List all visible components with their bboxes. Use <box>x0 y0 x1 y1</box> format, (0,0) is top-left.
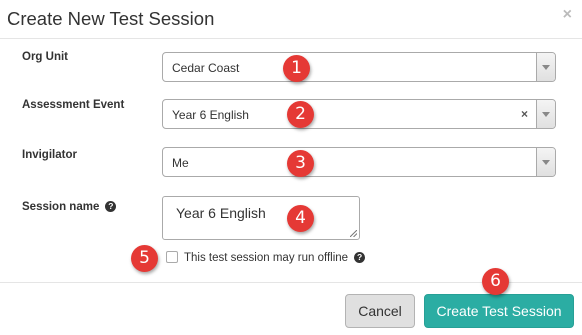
step-marker-1: 1 <box>283 55 310 82</box>
dialog-header: Create New Test Session × <box>0 0 582 39</box>
assessment-event-label: Assessment Event <box>22 99 125 111</box>
chevron-down-icon[interactable] <box>536 53 555 81</box>
session-name-label-row: Session name? <box>22 201 117 213</box>
assessment-event-value: Year 6 English <box>172 108 249 122</box>
offline-checkbox[interactable] <box>166 251 178 263</box>
step-marker-6: 6 <box>482 268 509 295</box>
create-test-session-dialog: Create New Test Session × Org Unit Cedar… <box>0 0 582 335</box>
chevron-down-icon[interactable] <box>536 148 555 176</box>
session-name-textarea[interactable]: Year 6 English <box>162 196 360 240</box>
assessment-event-select[interactable]: Year 6 English × <box>162 99 556 129</box>
close-icon[interactable]: × <box>563 6 572 24</box>
clear-icon[interactable]: × <box>521 107 528 121</box>
org-unit-label: Org Unit <box>22 51 68 63</box>
step-marker-5: 5 <box>131 245 158 272</box>
cancel-button[interactable]: Cancel <box>345 294 415 328</box>
step-marker-2: 2 <box>287 101 314 128</box>
session-name-label: Session name <box>22 201 100 213</box>
step-marker-3: 3 <box>287 150 314 177</box>
help-icon[interactable]: ? <box>354 252 366 263</box>
offline-checkbox-label-row[interactable]: This test session may run offline? <box>184 252 366 264</box>
create-test-session-button[interactable]: Create Test Session <box>424 294 574 328</box>
resize-grip-icon[interactable] <box>350 230 357 237</box>
step-marker-4: 4 <box>287 205 314 232</box>
invigilator-label: Invigilator <box>22 149 77 161</box>
invigilator-value: Me <box>172 156 189 170</box>
session-name-value: Year 6 English <box>176 205 266 221</box>
org-unit-value: Cedar Coast <box>172 61 240 75</box>
offline-checkbox-label[interactable]: This test session may run offline <box>184 252 348 264</box>
chevron-down-icon[interactable] <box>536 100 555 128</box>
dialog-title: Create New Test Session <box>7 8 215 29</box>
invigilator-select[interactable]: Me <box>162 147 556 177</box>
help-icon[interactable]: ? <box>105 201 117 212</box>
org-unit-select[interactable]: Cedar Coast <box>162 52 556 82</box>
